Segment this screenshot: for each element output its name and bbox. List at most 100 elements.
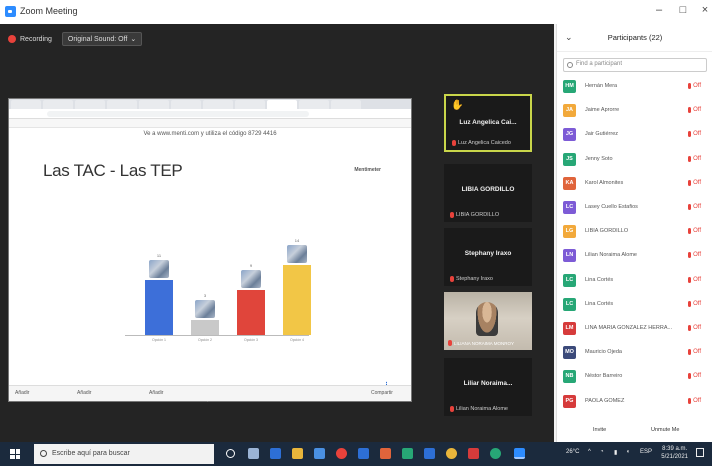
windows-start-icon[interactable] — [10, 449, 20, 459]
mic-muted-icon[interactable]: Off — [688, 228, 701, 235]
mic-muted-icon[interactable]: Off — [688, 204, 701, 210]
participant-name: Lasey Cuello Estafios — [585, 204, 638, 210]
taskbar-search-input[interactable]: Escribe aquí para buscar — [34, 444, 214, 464]
participant-search-input[interactable]: Find a participant — [563, 58, 707, 72]
original-sound-button[interactable]: Original Sound: Off ⌄ — [61, 32, 143, 46]
url-input[interactable] — [47, 111, 309, 117]
participant-row[interactable]: JA Jaime Aprorre Off — [557, 100, 712, 124]
recording-icon — [8, 35, 16, 43]
cortana-icon[interactable] — [226, 449, 235, 458]
search-placeholder: Find a participant — [576, 61, 623, 67]
mic-muted-icon[interactable]: Off — [688, 349, 701, 356]
participant-row[interactable]: LC Lina Cortés Off — [557, 270, 712, 294]
participant-row[interactable]: LG LIBIA GORDILLO Off — [557, 221, 712, 245]
chrome-icon[interactable] — [336, 448, 347, 459]
participant-row[interactable]: LC Lina Cortés Off — [557, 294, 712, 318]
mic-muted-icon[interactable]: Off — [688, 276, 701, 283]
mute-label: Off — [693, 252, 701, 259]
avatar: HM — [563, 80, 576, 93]
mic-muted-icon[interactable]: Off — [688, 131, 701, 138]
word-icon[interactable] — [424, 448, 435, 459]
mic-muted-icon[interactable]: Off — [688, 155, 701, 162]
browser-tab[interactable] — [331, 100, 361, 109]
browser-tab[interactable] — [203, 100, 233, 109]
toolbar-item[interactable]: Añadir — [149, 390, 163, 396]
participant-name: Jenny Soto — [585, 155, 613, 162]
maximize-button[interactable]: □ — [676, 4, 690, 16]
chart-baseline — [125, 335, 309, 336]
language-indicator[interactable]: ESP — [640, 449, 652, 455]
battery-icon[interactable]: ▮ — [614, 449, 617, 456]
participant-row[interactable]: MO Mauricio Ojeda Off — [557, 342, 712, 366]
zoom-taskbar-icon[interactable] — [514, 448, 525, 459]
participant-row[interactable]: JS Jenny Soto Off — [557, 149, 712, 173]
mic-muted-icon[interactable]: Off — [688, 179, 701, 186]
browser-tab[interactable] — [107, 100, 137, 109]
task-view-icon[interactable] — [248, 448, 259, 459]
participant-row[interactable]: JG Jair Gutiérrez Off — [557, 124, 712, 148]
tile-subtitle: Lilian Noraima Alome — [450, 406, 508, 412]
participant-name: PAOLA GOMEZ — [585, 397, 625, 404]
mic-muted-icon[interactable]: Off — [688, 252, 701, 259]
video-tile-active-speaker[interactable]: ✋ Luz Angelica Cai... Luz Angelica Caice… — [444, 94, 532, 152]
excel-icon[interactable] — [402, 448, 413, 459]
option-image — [195, 300, 215, 318]
chrome-canary-icon[interactable] — [446, 448, 457, 459]
video-tile[interactable]: Liliar Noraima... Lilian Noraima Alome — [444, 358, 532, 416]
invite-button[interactable]: Invite — [587, 424, 612, 436]
bar-value-label: 3 — [203, 293, 207, 298]
participant-row[interactable]: HM Hernán Mera Off — [557, 76, 712, 100]
participant-row[interactable]: PG PAOLA GOMEZ Off — [557, 391, 712, 415]
browser-tab[interactable] — [75, 100, 105, 109]
mic-muted-icon[interactable]: Off — [688, 83, 701, 89]
bar-value-label: 9 — [249, 263, 253, 268]
recording-label: Recording — [20, 35, 52, 43]
avatar: LG — [563, 225, 576, 239]
toolbar-item[interactable]: Añadir — [15, 390, 29, 396]
taskbar-search-placeholder: Escribe aquí para buscar — [52, 450, 130, 457]
spotify-icon[interactable] — [490, 448, 501, 459]
volume-icon[interactable]: ◖ — [626, 449, 630, 455]
mail-icon[interactable] — [358, 448, 369, 459]
tray-chevron-icon[interactable]: ^ — [588, 449, 591, 455]
video-tile[interactable]: LIBIA GORDILLO LIBIA GORDILLO — [444, 164, 532, 222]
toolbar-share-item[interactable]: Compartir — [371, 390, 393, 396]
mic-muted-icon[interactable]: Off — [688, 373, 701, 380]
participant-row[interactable]: LN Lilian Noraima Alome Off — [557, 245, 712, 269]
participant-row[interactable]: NB Néstor Barreiro Off — [557, 366, 712, 390]
browser-tab[interactable] — [43, 100, 73, 109]
participant-row[interactable]: LM LINA MARIA GONZALEZ HERRA... Off — [557, 318, 712, 342]
store-icon[interactable] — [314, 448, 325, 459]
browser-tab[interactable] — [235, 100, 265, 109]
toolbar-item[interactable]: Añadir — [77, 390, 91, 396]
powerpoint-icon[interactable] — [468, 448, 479, 459]
notifications-icon[interactable] — [696, 448, 704, 457]
edge-icon[interactable] — [270, 448, 281, 459]
video-tile-camera[interactable]: LILIANA NORAIMA MONROY — [444, 292, 532, 350]
browser-tab-active[interactable] — [267, 100, 297, 109]
clock[interactable]: 8:39 a.m. 5/21/2021 — [661, 445, 688, 461]
browser-tab[interactable] — [11, 100, 41, 109]
network-icon[interactable]: ◔ — [600, 449, 604, 455]
file-explorer-icon[interactable] — [292, 448, 303, 459]
participant-row[interactable]: KA Karol Almonites Off — [557, 173, 712, 197]
video-tile[interactable]: Stephany Iraxo Stephany Iraxo — [444, 228, 532, 286]
mic-muted-icon[interactable]: Off — [688, 397, 701, 404]
participants-header: ⌄ Participants (22) — [557, 24, 712, 52]
search-icon — [567, 62, 573, 68]
mic-muted-icon[interactable]: Off — [688, 107, 701, 114]
bar-category-label: Opción 3 — [243, 338, 258, 342]
minimize-button[interactable]: – — [652, 4, 666, 16]
close-button[interactable]: × — [698, 4, 712, 16]
browser-tab[interactable] — [171, 100, 201, 109]
office-icon[interactable] — [380, 448, 391, 459]
windows-taskbar: Escribe aquí para buscar 26°C ^ ◔ ▮ ◖ ES… — [0, 442, 712, 466]
browser-tab[interactable] — [299, 100, 329, 109]
mic-muted-icon — [448, 340, 452, 346]
mic-muted-icon[interactable]: Off — [688, 300, 701, 307]
unmute-me-button[interactable]: Unmute Me — [645, 424, 685, 436]
mic-muted-icon[interactable]: Off — [688, 325, 701, 331]
participant-row[interactable]: LC Lasey Cuello Estafios Off — [557, 197, 712, 221]
browser-tab[interactable] — [139, 100, 169, 109]
weather-readout[interactable]: 26°C — [566, 449, 579, 455]
